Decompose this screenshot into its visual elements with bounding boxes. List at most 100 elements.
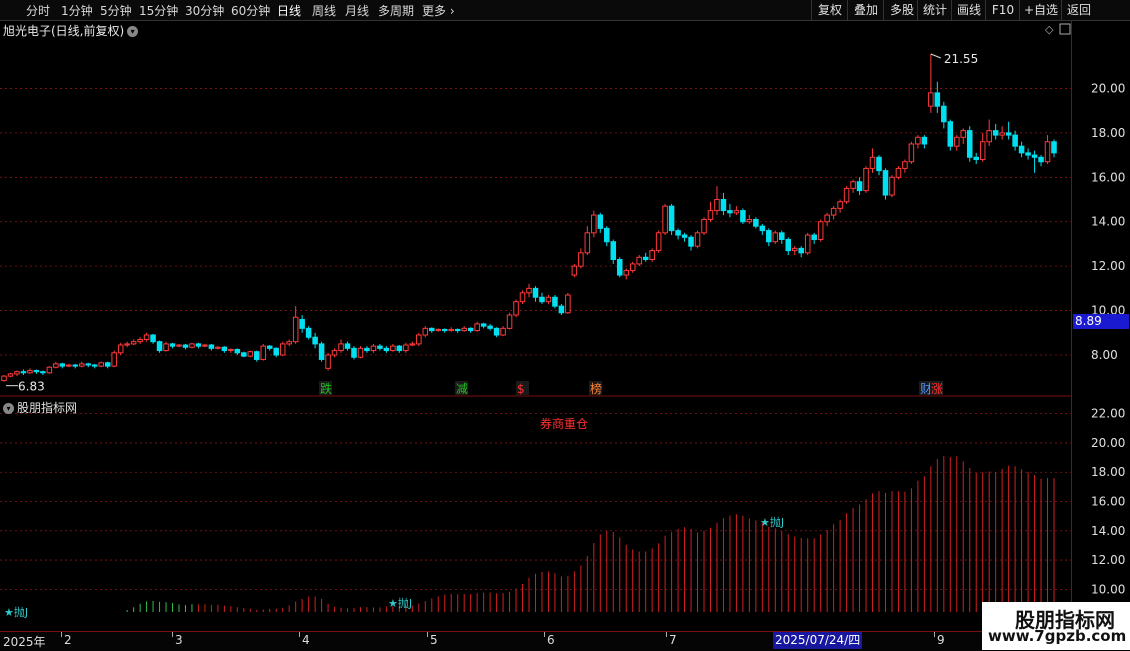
candle-body	[655, 232, 662, 252]
candle-body	[143, 334, 150, 340]
date-label: 2025年	[3, 635, 46, 649]
period-tab-1[interactable]: 1分钟	[61, 2, 93, 19]
candle-body	[649, 250, 655, 260]
high-label: 21.55	[944, 52, 978, 66]
candle-body	[539, 296, 545, 303]
period-tab-0[interactable]: 分时	[26, 2, 50, 19]
chevron-down-icon[interactable]: ▾	[3, 403, 14, 414]
candle-body	[636, 256, 642, 265]
date-label: 9	[937, 633, 945, 647]
candle-body	[124, 343, 130, 346]
candle-body	[604, 227, 610, 243]
candle-body	[234, 348, 241, 354]
candle-body	[53, 363, 59, 368]
signal-marker: ★抛J	[388, 596, 412, 610]
event-marker: 跌	[320, 381, 332, 396]
toolbar-button-4[interactable]: 画线	[951, 0, 986, 20]
period-tab-3[interactable]: 15分钟	[139, 2, 178, 19]
event-marker: $	[517, 382, 525, 396]
main-gridlines	[0, 88, 1071, 356]
candle-body	[202, 344, 208, 347]
candle-body	[1012, 134, 1018, 147]
toolbar-button-5[interactable]: F10	[985, 0, 1020, 20]
date-label: 2	[64, 633, 72, 647]
candle-body	[1051, 141, 1057, 154]
candle-body	[714, 199, 720, 212]
candle-body	[195, 343, 202, 347]
candle-body	[66, 364, 72, 367]
candle-body	[91, 364, 98, 367]
candle-body	[305, 327, 312, 338]
candle-body	[14, 371, 20, 375]
period-tab-6[interactable]: 日线	[277, 2, 301, 19]
candle-body	[629, 263, 636, 272]
toolbar-button-6[interactable]: +自选	[1019, 0, 1062, 20]
date-label: 6	[547, 633, 555, 647]
candle-body	[176, 344, 182, 347]
candle-body	[960, 130, 967, 138]
candle-body	[830, 207, 837, 216]
period-tab-5[interactable]: 60分钟	[231, 2, 270, 19]
date-tick	[299, 632, 300, 637]
candle-body	[662, 205, 668, 234]
candle-body	[370, 345, 377, 352]
candle-body	[591, 214, 597, 234]
candle-body	[228, 348, 234, 352]
toolbar-button-7[interactable]: 返回	[1061, 0, 1096, 20]
candle-body	[364, 347, 370, 352]
candle-body	[863, 167, 869, 192]
candle-body	[163, 343, 169, 352]
period-tab-7[interactable]: 周线	[312, 2, 336, 19]
candle-body	[137, 338, 143, 343]
candle-body	[130, 341, 137, 345]
candle-body	[843, 187, 850, 203]
low-label: 6.83	[18, 380, 45, 394]
candle-body	[513, 301, 519, 316]
period-tab-9[interactable]: 多周期	[378, 2, 414, 19]
candle-body	[798, 247, 804, 254]
candle-body	[720, 199, 727, 212]
candle-body	[390, 345, 396, 352]
period-tab-2[interactable]: 5分钟	[100, 2, 132, 19]
candle-body	[921, 136, 928, 145]
candle-body	[59, 363, 66, 367]
candle-body	[474, 323, 480, 332]
chevron-down-icon[interactable]: ▾	[127, 26, 139, 37]
candle-body	[915, 136, 921, 145]
candle-body	[260, 345, 267, 360]
candle-body	[681, 234, 688, 238]
candle-body	[331, 350, 338, 356]
candle-body	[519, 292, 526, 303]
toolbar-button-3[interactable]: 统计	[917, 0, 952, 20]
candle-body	[999, 132, 1005, 136]
candle-body	[1044, 141, 1051, 163]
signal-marker: ★抛J	[4, 605, 28, 619]
toolbar-button-0[interactable]: 复权	[811, 0, 848, 20]
date-label: 7	[669, 633, 677, 647]
candle-body	[623, 270, 629, 276]
candle-body	[429, 327, 435, 332]
candle-body	[318, 343, 325, 360]
candle-body	[422, 327, 429, 336]
candle-body	[33, 370, 40, 373]
candle-body	[979, 141, 986, 161]
stock-title: 旭光电子(日线,前复权) ▾	[3, 22, 139, 39]
candle-body	[377, 345, 383, 349]
candle-body	[493, 327, 500, 336]
candle-body	[79, 363, 85, 367]
candle-body	[610, 241, 617, 260]
candle-body	[545, 296, 552, 303]
candle-body	[804, 234, 811, 254]
candle-body	[40, 371, 46, 374]
period-tab-10[interactable]: 更多 ›	[422, 2, 455, 19]
toolbar-button-1[interactable]: 叠加	[847, 0, 884, 20]
candle-body	[409, 343, 416, 346]
chart-canvas: ◇8.0010.0012.0014.0016.0018.0020.0021.55…	[0, 23, 1125, 619]
toolbar-button-2[interactable]: 多股	[883, 0, 920, 20]
candle-body	[480, 323, 487, 327]
period-tab-8[interactable]: 月线	[345, 2, 369, 19]
candle-body	[824, 214, 830, 223]
period-tab-4[interactable]: 30分钟	[185, 2, 224, 19]
candle-body	[111, 352, 117, 367]
candle-body	[707, 210, 714, 220]
